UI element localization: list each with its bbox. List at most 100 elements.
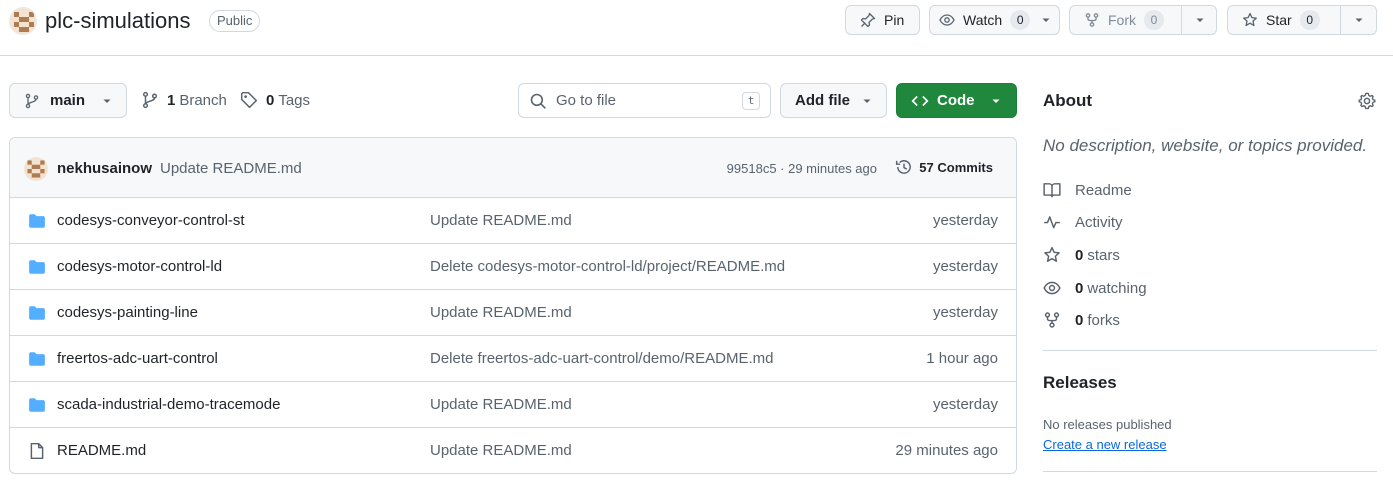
forks-label: forks (1087, 311, 1120, 329)
fork-icon (1085, 13, 1099, 27)
author-avatar[interactable] (24, 157, 48, 181)
repo-name[interactable]: plc-simulations (45, 7, 191, 35)
eye-icon (1043, 281, 1061, 295)
about-description: No description, website, or topics provi… (1043, 136, 1368, 155)
eye-icon (939, 14, 955, 26)
branch-icon (142, 91, 158, 109)
table-row[interactable]: codesys-painting-line Update README.md y… (10, 290, 1016, 336)
tags-link[interactable]: 0 Tags (240, 91, 310, 109)
pin-button[interactable]: Pin (845, 5, 920, 35)
chevron-down-icon[interactable] (1192, 12, 1208, 28)
star-button[interactable]: Star 0 (1227, 5, 1377, 35)
star-icon (1044, 246, 1060, 262)
search-placeholder: Go to file (556, 92, 617, 109)
commit-author[interactable]: nekhusainow (57, 160, 152, 177)
file-table: nekhusainow Update README.md 99518c5 · 2… (9, 137, 1017, 474)
visibility-badge: Public (209, 10, 261, 32)
history-icon (896, 160, 912, 174)
branch-icon (25, 93, 39, 108)
chevron-down-icon (863, 99, 871, 103)
fork-count: 0 (1144, 10, 1164, 30)
star-count: 0 (1299, 10, 1320, 30)
activity-label: Activity (1075, 213, 1123, 231)
pin-icon (860, 12, 876, 28)
file-time: 1 hour ago (926, 350, 998, 367)
table-row[interactable]: freertos-adc-uart-control Delete freerto… (10, 336, 1016, 382)
about-heading: About (1043, 91, 1093, 110)
tags-count: 0 (266, 91, 275, 109)
chevron-down-icon[interactable] (1351, 12, 1367, 28)
table-row[interactable]: codesys-conveyor-control-st Update READM… (10, 198, 1016, 244)
file-icon (30, 442, 44, 460)
file-name[interactable]: scada-industrial-demo-tracemode (57, 396, 280, 413)
sidebar-divider (1043, 471, 1377, 472)
shortcut-key: t (742, 92, 760, 110)
fork-label: Fork (1108, 12, 1136, 28)
watch-label: Watch (963, 12, 1003, 28)
file-time: yesterday (932, 258, 998, 275)
activity-link[interactable]: Activity (1043, 213, 1123, 231)
file-commit-message[interactable]: Update README.md (430, 442, 572, 459)
latest-commit-bar: nekhusainow Update README.md 99518c5 · 2… (10, 138, 1016, 198)
tag-icon (240, 91, 258, 109)
file-commit-message[interactable]: Update README.md (430, 212, 572, 229)
forks-count: 0 (1075, 311, 1084, 329)
repo-header: plc-simulations Public Pin Watch 0 Fork … (0, 0, 1393, 56)
file-commit-message[interactable]: Delete codesys-motor-control-ld/project/… (430, 258, 785, 275)
file-commit-message[interactable]: Update README.md (430, 304, 572, 321)
file-name[interactable]: codesys-conveyor-control-st (57, 212, 245, 229)
book-icon (1043, 183, 1061, 198)
owner-avatar[interactable] (9, 7, 37, 35)
chevron-down-icon[interactable] (1038, 12, 1054, 28)
split-divider (1181, 6, 1182, 34)
branch-name: main (50, 92, 86, 109)
watch-button[interactable]: Watch 0 (929, 5, 1060, 35)
star-icon (1243, 12, 1257, 27)
table-row[interactable]: scada-industrial-demo-tracemode Update R… (10, 382, 1016, 428)
code-button[interactable]: Code (896, 83, 1017, 118)
stars-link[interactable]: 0 stars (1043, 246, 1120, 264)
add-file-label: Add file (795, 92, 850, 109)
commit-message[interactable]: Update README.md (160, 160, 302, 177)
forks-link[interactable]: 0 forks (1043, 311, 1120, 329)
create-release-link[interactable]: Create a new release (1043, 437, 1167, 452)
commits-link[interactable]: 57 Commits (895, 158, 993, 176)
pin-label: Pin (884, 12, 905, 28)
watching-link[interactable]: 0 watching (1043, 279, 1147, 297)
search-icon (530, 93, 546, 109)
gear-icon[interactable] (1358, 92, 1376, 110)
star-label: Star (1266, 12, 1292, 28)
table-row[interactable]: README.md Update README.md 29 minutes ag… (10, 428, 1016, 473)
fork-button[interactable]: Fork 0 (1069, 5, 1217, 35)
branch-selector[interactable]: main (9, 83, 127, 118)
commit-hash-time[interactable]: 99518c5 · 29 minutes ago (727, 161, 877, 176)
branches-link[interactable]: 1 Branch (141, 91, 227, 109)
file-commit-message[interactable]: Delete freertos-adc-uart-control/demo/RE… (430, 350, 773, 367)
readme-link[interactable]: Readme (1043, 181, 1132, 199)
file-time: 29 minutes ago (895, 442, 998, 459)
releases-heading[interactable]: Releases (1043, 373, 1117, 393)
chevron-down-icon (992, 99, 999, 103)
table-row[interactable]: codesys-motor-control-ld Delete codesys-… (10, 244, 1016, 290)
folder-icon (29, 260, 45, 274)
code-icon (911, 95, 929, 106)
fork-icon (1044, 312, 1060, 328)
go-to-file-input[interactable]: Go to file t (518, 83, 771, 118)
file-commit-message[interactable]: Update README.md (430, 396, 572, 413)
file-name[interactable]: codesys-painting-line (57, 304, 198, 321)
code-label: Code (937, 92, 975, 109)
file-name[interactable]: README.md (57, 442, 146, 459)
folder-icon (29, 214, 45, 228)
watch-count: 0 (1010, 10, 1031, 30)
folder-icon (29, 352, 45, 366)
watching-label: watching (1087, 279, 1147, 297)
split-divider (1340, 6, 1341, 34)
stars-count: 0 (1075, 246, 1084, 264)
file-time: yesterday (932, 212, 998, 229)
file-name[interactable]: codesys-motor-control-ld (57, 258, 222, 275)
file-name[interactable]: freertos-adc-uart-control (57, 350, 218, 367)
add-file-button[interactable]: Add file (780, 83, 887, 118)
commits-label: 57 Commits (919, 159, 993, 175)
branches-label: Branch (179, 91, 227, 109)
folder-icon (29, 398, 45, 412)
